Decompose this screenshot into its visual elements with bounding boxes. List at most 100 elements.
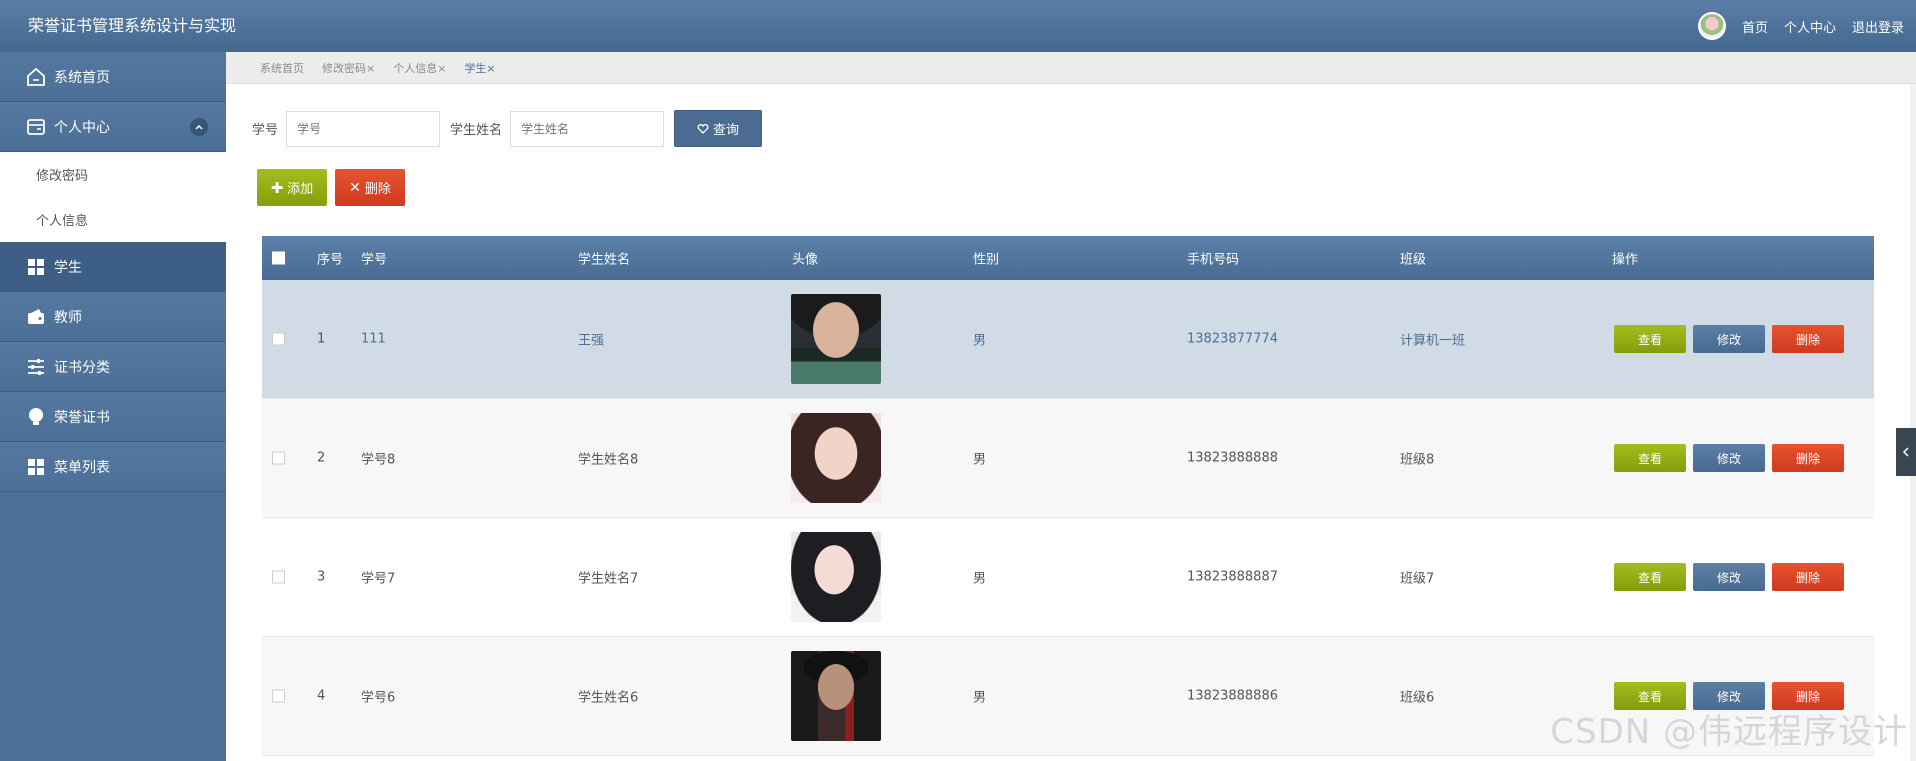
row-checkbox[interactable] xyxy=(272,689,285,703)
student-avatar-image xyxy=(791,532,881,622)
sidebar: 系统首页 个人中心 修改密码 个人信息 学生 教师 证书分类 荣誉证书 菜单列表 xyxy=(0,52,226,761)
student-avatar-image xyxy=(791,413,881,503)
row-student-name: 学生姓名6 xyxy=(578,690,639,706)
nav-home-link[interactable]: 首页 xyxy=(1742,17,1768,36)
sliders-icon xyxy=(24,355,48,379)
watermark: CSDN @伟远程序设计 xyxy=(1550,712,1908,752)
sidebar-item-label: 系统首页 xyxy=(54,69,110,86)
page-scrollbar[interactable] xyxy=(1910,84,1916,761)
row-gender: 男 xyxy=(973,571,987,587)
top-bar: 荣誉证书管理系统设计与实现 首页 个人中心 退出登录 xyxy=(0,0,1916,52)
sidebar-item-honor-certificates[interactable]: 荣誉证书 xyxy=(0,392,226,442)
select-all-checkbox[interactable] xyxy=(272,251,285,265)
query-button[interactable]: 查询 xyxy=(674,110,763,147)
row-checkbox[interactable] xyxy=(272,451,285,465)
sidebar-subitem-personal-info[interactable]: 个人信息 xyxy=(0,197,226,242)
view-button[interactable]: 查看 xyxy=(1614,563,1686,591)
row-checkbox[interactable] xyxy=(272,570,285,584)
student-avatar-image xyxy=(791,294,881,384)
chevron-left-icon xyxy=(1902,447,1909,457)
sidebar-item-personal-center[interactable]: 个人中心 xyxy=(0,102,226,152)
header-student-name: 学生姓名 xyxy=(578,252,631,268)
row-phone: 13823877774 xyxy=(1187,331,1278,347)
row-gender: 男 xyxy=(973,690,987,706)
query-button-label: 查询 xyxy=(713,123,740,138)
bulb-icon xyxy=(24,405,48,429)
close-icon: ✕ xyxy=(349,179,361,196)
sidebar-item-label: 菜单列表 xyxy=(54,459,110,476)
view-button[interactable]: 查看 xyxy=(1614,444,1686,472)
table-row[interactable]: 1 111 王强 男 13823877774 计算机一班 查看 修改 删除 xyxy=(262,280,1874,399)
tab-students[interactable]: 学生× xyxy=(464,60,495,76)
header-class: 班级 xyxy=(1400,252,1427,268)
edit-button[interactable]: 修改 xyxy=(1693,325,1765,353)
sidebar-item-certificate-categories[interactable]: 证书分类 xyxy=(0,342,226,392)
row-class: 班级8 xyxy=(1400,452,1435,468)
logout-link[interactable]: 退出登录 xyxy=(1852,17,1904,36)
wallet-icon xyxy=(24,305,48,329)
row-index: 3 xyxy=(317,569,326,585)
app-title: 荣誉证书管理系统设计与实现 xyxy=(28,16,237,35)
header-gender: 性别 xyxy=(973,252,1000,268)
row-student-name: 学生姓名7 xyxy=(578,571,639,587)
chevron-up-icon[interactable] xyxy=(190,117,208,136)
batch-delete-button[interactable]: ✕ 删除 xyxy=(335,169,405,206)
sidebar-item-label: 个人中心 xyxy=(54,119,110,136)
student-id-label: 学号 xyxy=(252,123,279,138)
row-phone: 13823888887 xyxy=(1187,569,1278,585)
header-student-id: 学号 xyxy=(361,252,388,268)
sidebar-subitem-change-password[interactable]: 修改密码 xyxy=(0,152,226,197)
sidebar-item-home[interactable]: 系统首页 xyxy=(0,52,226,102)
user-avatar[interactable] xyxy=(1697,12,1726,40)
student-name-input[interactable] xyxy=(510,110,665,147)
students-table: 序号 学号 学生姓名 头像 性别 手机号码 班级 操作 1 111 王强 男 1… xyxy=(262,236,1874,756)
grid-icon xyxy=(24,255,48,279)
delete-button[interactable]: 删除 xyxy=(1772,325,1844,353)
delete-button-label: 删除 xyxy=(364,182,391,197)
row-checkbox[interactable] xyxy=(272,332,285,346)
view-button[interactable]: 查看 xyxy=(1614,325,1686,353)
delete-button[interactable]: 删除 xyxy=(1772,444,1844,472)
header-operations: 操作 xyxy=(1612,252,1639,268)
row-index: 4 xyxy=(317,688,326,704)
row-student-id: 学号6 xyxy=(361,690,396,706)
table-row[interactable]: 3 学号7 学生姓名7 男 13823888887 班级7 查看 修改 删除 xyxy=(262,518,1874,637)
row-student-name: 王强 xyxy=(578,333,605,349)
student-id-input[interactable] xyxy=(286,110,441,147)
grid-icon xyxy=(24,455,48,479)
row-student-id: 111 xyxy=(361,331,386,347)
edit-button[interactable]: 修改 xyxy=(1693,444,1765,472)
row-class: 班级6 xyxy=(1400,690,1435,706)
row-class: 班级7 xyxy=(1400,571,1435,587)
delete-button[interactable]: 删除 xyxy=(1772,563,1844,591)
row-student-id: 学号7 xyxy=(361,571,396,587)
add-button[interactable]: ✚ 添加 xyxy=(257,169,327,206)
row-gender: 男 xyxy=(973,333,987,349)
sidebar-item-label: 证书分类 xyxy=(54,359,110,376)
row-index: 2 xyxy=(317,450,326,466)
header-avatar: 头像 xyxy=(792,252,819,268)
row-class: 计算机一班 xyxy=(1400,333,1466,349)
sidebar-item-menu-list[interactable]: 菜单列表 xyxy=(0,442,226,492)
tab-system-home[interactable]: 系统首页 xyxy=(260,60,304,76)
tab-personal-info[interactable]: 个人信息× xyxy=(393,60,446,76)
row-phone: 13823888886 xyxy=(1187,688,1278,704)
card-icon xyxy=(24,115,48,139)
sidebar-item-teachers[interactable]: 教师 xyxy=(0,292,226,342)
search-bar: 学号 学生姓名 查询 xyxy=(252,110,763,147)
sidebar-item-label: 学生 xyxy=(54,259,82,276)
edit-button[interactable]: 修改 xyxy=(1693,563,1765,591)
tab-change-password[interactable]: 修改密码× xyxy=(322,60,375,76)
sidebar-item-label: 教师 xyxy=(54,309,82,326)
action-bar: ✚ 添加 ✕ 删除 xyxy=(257,169,405,206)
nav-profile-link[interactable]: 个人中心 xyxy=(1784,17,1836,36)
sidebar-item-students[interactable]: 学生 xyxy=(0,242,226,292)
table-row[interactable]: 2 学号8 学生姓名8 男 13823888888 班级8 查看 修改 删除 xyxy=(262,399,1874,518)
student-name-label: 学生姓名 xyxy=(450,123,503,138)
breadcrumb-tabs: 系统首页 修改密码× 个人信息× 学生× xyxy=(226,52,1916,84)
heart-icon xyxy=(697,123,709,134)
plus-icon: ✚ xyxy=(270,178,284,197)
row-phone: 13823888888 xyxy=(1187,450,1278,466)
collapse-handle[interactable] xyxy=(1896,428,1916,476)
add-button-label: 添加 xyxy=(287,182,314,197)
